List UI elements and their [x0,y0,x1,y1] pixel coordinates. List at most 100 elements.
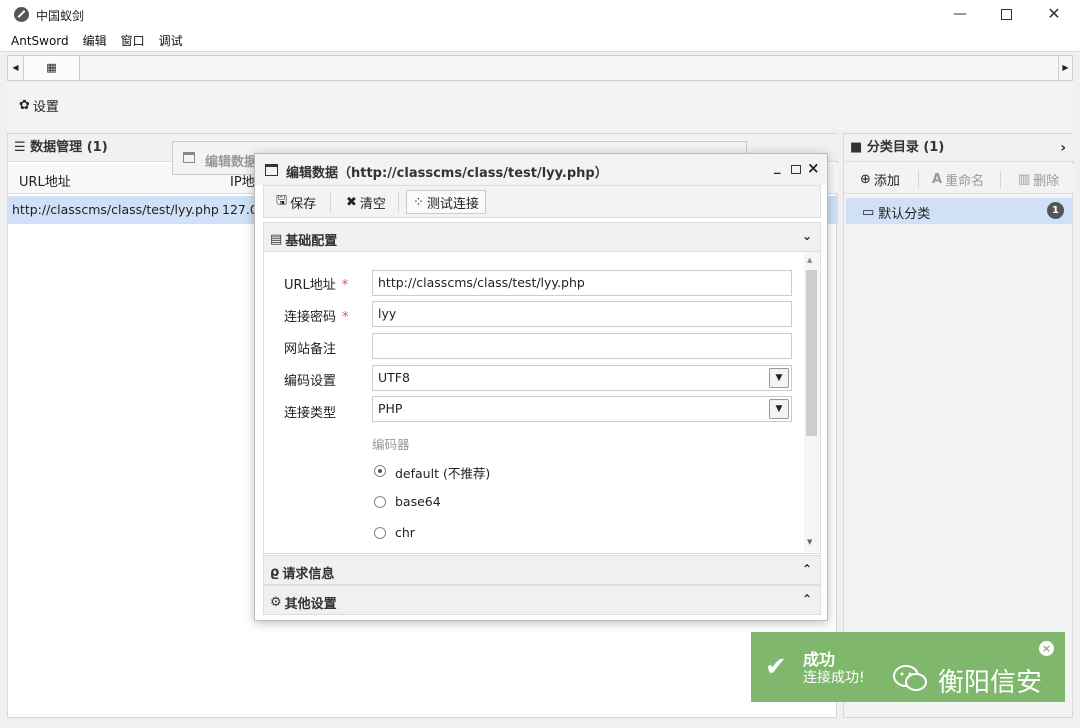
section-request-info[interactable]: ϱ 请求信息 ⌃ [263,555,821,585]
tab-bar: ◀ ▦ ▶ [7,55,1073,81]
watermark-text: 衡阳信安 [938,668,1043,698]
tab-scroll-left-icon[interactable]: ◀ [8,56,24,80]
cell-url: http://classcms/class/test/lyy.php [12,202,219,217]
note-field[interactable] [372,333,792,359]
divider [398,192,399,212]
menu-bar: AntSword 编辑 窗口 调试 [0,30,1080,52]
edit-data-dialog: 编辑数据（http://classcms/class/test/lyy.php）… [254,153,828,621]
encoder-label-default[interactable]: default (不推荐) [395,463,490,482]
column-header-url[interactable]: URL地址 [19,171,71,190]
settings-label: 设置 [32,100,59,115]
delete-category-button[interactable]: ▥ 删除 [1018,170,1059,189]
chevron-down-icon: ▼ [769,399,789,419]
trash-icon: ▥ [1018,172,1031,187]
app-logo-icon [14,7,29,22]
toast-close-button[interactable]: × [1039,641,1054,656]
scrollbar-thumb[interactable] [806,270,817,436]
encoder-label-base64[interactable]: base64 [395,494,441,509]
encoder-radio-base64[interactable] [374,496,386,508]
required-mark: * [341,278,349,293]
section-other-settings[interactable]: ⚙ 其他设置 ⌃ [263,585,821,615]
font-icon: A [932,172,943,187]
chevron-up-icon: ⌃ [801,592,812,606]
wechat-icon [893,665,927,691]
url-field[interactable]: http://classcms/class/test/lyy.php [372,270,792,296]
cogs-icon: ⚙ [270,595,282,610]
form-scrollbar[interactable]: ▲ ▼ [804,252,820,552]
password-label-wrap: 连接密码 * [284,306,349,325]
add-label: 添加 [873,174,900,189]
plus-circle-icon: ⊕ [860,172,871,187]
main-toolbar: ✿ 设置 [7,82,1073,130]
edge-icon: ϱ [270,565,280,580]
menu-edit[interactable]: 编辑 [83,30,107,51]
encoding-label: 编码设置 [284,374,337,389]
category-item-default[interactable]: ▭ 默认分类 1 [846,198,1072,224]
section-basic-config[interactable]: ▤ 基础配置 ⌄ [263,222,821,252]
minimize-button[interactable]: — [936,0,984,30]
add-category-button[interactable]: ⊕ 添加 [860,170,900,189]
url-label: URL地址 [284,278,336,293]
chevron-up-icon: ⌃ [801,562,812,576]
menu-window[interactable]: 窗口 [121,30,145,51]
category-item-label: 默认分类 [878,207,931,222]
maximize-button[interactable] [982,0,1030,30]
title-bar: 中国蚁剑 — ✕ [0,0,1080,30]
maximize-icon [1000,9,1012,20]
menu-debug[interactable]: 调试 [159,30,183,51]
gear-icon: ✿ [19,98,30,113]
floppy-disk-icon: 🖫 [276,193,288,208]
password-label: 连接密码 [284,310,337,325]
folder-open-icon: ▭ [862,205,875,220]
section-request-title-wrap: ϱ 请求信息 [270,563,334,582]
chevron-down-icon: ⌄ [801,229,812,243]
dialog-toolbar: 🖫 保存 ✖ 清空 ⁘ 测试连接 [263,185,821,218]
dialog-maximize-button[interactable] [791,165,801,174]
category-panel: ■ 分类目录 (1) › ⊕ 添加 A 重命名 ▥ 删除 ▭ 默认分类 1 [843,133,1074,718]
encoder-radio-default[interactable] [374,465,386,477]
divider [330,192,331,212]
dialog-title-bar[interactable]: 编辑数据（http://classcms/class/test/lyy.php）… [255,154,827,185]
rename-category-button[interactable]: A 重命名 [932,170,984,189]
type-select[interactable]: PHP ▼ [372,396,792,422]
scroll-up-icon[interactable]: ▲ [807,256,812,264]
type-value: PHP [378,401,403,416]
dialog-minimize-button[interactable]: _ [774,160,781,175]
url-label-wrap: URL地址 * [284,274,348,293]
close-button[interactable]: ✕ [1030,0,1078,30]
chevron-right-icon[interactable]: › [1060,134,1066,162]
required-mark: * [342,310,349,325]
test-label: 测试连接 [426,196,479,212]
close-icon: ✖ [346,194,357,210]
settings-button[interactable]: ✿ 设置 [19,96,59,115]
category-item-label-wrap: ▭ 默认分类 [862,203,930,222]
spinner-icon: ⁘ [413,194,424,210]
clear-label: 清空 [359,196,386,212]
delete-label: 删除 [1033,174,1060,189]
section-other-title-wrap: ⚙ 其他设置 [270,593,337,612]
tab-home[interactable]: ▦ [24,56,80,80]
clear-button[interactable]: ✖ 清空 [340,190,392,214]
category-panel-header: ■ 分类目录 (1) › [844,134,1074,162]
rename-label: 重命名 [945,174,985,189]
basic-config-form: URL地址 * http://classcms/class/test/lyy.ph… [263,252,821,554]
save-button[interactable]: 🖫 保存 [270,190,322,214]
count-badge: 1 [1047,202,1064,219]
window-title: 中国蚁剑 [36,9,85,23]
check-icon: ✔ [765,652,787,682]
category-panel-title: 分类目录 (1) [866,140,945,155]
tab-scroll-right-icon[interactable]: ▶ [1058,56,1072,80]
toast-message: 连接成功! [803,670,865,686]
window-icon [265,164,278,176]
file-icon: ▤ [270,232,283,247]
dialog-close-button[interactable]: × [807,159,820,177]
menu-antsword[interactable]: AntSword [11,30,69,51]
encoder-label-chr[interactable]: chr [395,525,415,540]
scroll-down-icon[interactable]: ▼ [807,538,812,546]
password-field[interactable]: lyy [372,301,792,327]
test-connection-button[interactable]: ⁘ 测试连接 [406,190,486,214]
encoding-select[interactable]: UTF8 ▼ [372,365,792,391]
encoder-radio-chr[interactable] [374,527,386,539]
divider [1000,171,1001,188]
section-basic-title: 基础配置 [285,234,338,249]
